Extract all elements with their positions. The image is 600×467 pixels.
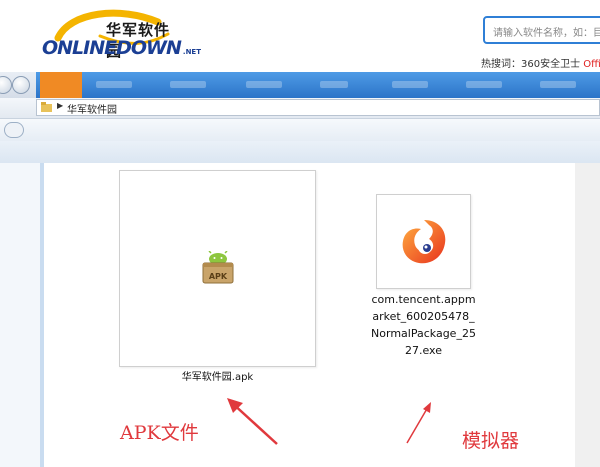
arrow-to-apk-icon <box>227 398 278 445</box>
annotation-apk-label: APK文件 <box>120 422 199 444</box>
annotation-arrows <box>227 398 431 445</box>
arrow-to-emulator-icon <box>406 402 431 444</box>
annotation-emulator-label: 模拟器 <box>462 430 520 452</box>
